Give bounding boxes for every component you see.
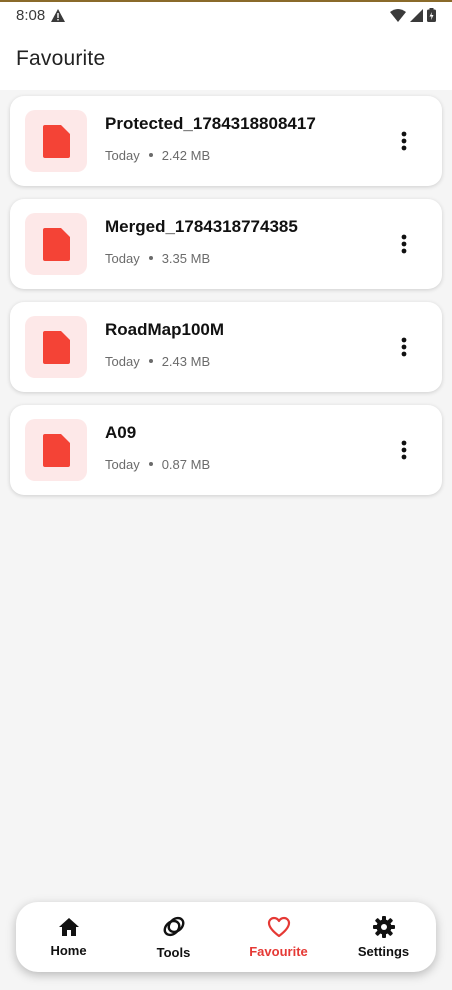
document-icon <box>42 124 70 158</box>
more-options-button[interactable] <box>386 123 422 159</box>
file-list-item[interactable]: A09 Today 0.87 MB <box>10 405 442 495</box>
file-size: 3.35 MB <box>161 250 211 266</box>
file-thumbnail <box>25 213 87 275</box>
file-meta: Today 0.87 MB <box>105 457 386 472</box>
nav-item-home[interactable]: Home <box>19 917 119 958</box>
more-vert-icon <box>401 440 407 460</box>
status-time: 8:08 <box>16 6 46 24</box>
file-name: Merged_1784318774385 <box>105 216 298 236</box>
file-date: Today <box>105 250 140 266</box>
file-thumbnail <box>25 110 87 172</box>
nav-item-tools[interactable]: Tools <box>124 915 224 960</box>
file-thumbnail <box>25 316 87 378</box>
file-name: RoadMap100M <box>105 319 225 339</box>
more-options-button[interactable] <box>386 329 422 365</box>
file-meta: Today 3.35 MB <box>105 251 386 266</box>
more-vert-icon <box>401 337 407 357</box>
favourite-file-list: Protected_1784318808417 Today 2.42 MB Me… <box>10 96 442 508</box>
nav-item-favourite[interactable]: Favourite <box>229 916 329 959</box>
nav-label-tools: Tools <box>156 944 191 960</box>
warning-icon <box>51 8 66 22</box>
file-info: Protected_1784318808417 Today 2.42 MB <box>105 114 386 163</box>
file-meta: Today 2.42 MB <box>105 148 386 163</box>
file-date: Today <box>105 353 140 369</box>
status-bar: 8:08 <box>0 2 452 28</box>
more-vert-icon <box>401 131 407 151</box>
file-date: Today <box>105 147 140 163</box>
file-name: Protected_1784318808417 <box>105 113 316 133</box>
file-size: 2.42 MB <box>161 147 211 163</box>
file-info: RoadMap100M Today 2.43 MB <box>105 320 386 369</box>
file-info: A09 Today 0.87 MB <box>105 423 386 472</box>
file-size: 0.87 MB <box>161 456 211 472</box>
page-title: Favourite <box>16 47 106 70</box>
battery-icon <box>427 8 436 22</box>
separator-dot <box>148 359 153 363</box>
more-options-button[interactable] <box>386 432 422 468</box>
document-icon <box>42 433 70 467</box>
separator-dot <box>148 153 153 157</box>
separator-dot <box>148 462 153 466</box>
bottom-navigation: Home Tools Favourite Settings <box>16 902 436 972</box>
file-thumbnail <box>25 419 87 481</box>
nav-label-favourite: Favourite <box>249 943 308 959</box>
gear-icon <box>372 915 395 938</box>
more-options-button[interactable] <box>386 226 422 262</box>
file-list-item[interactable]: Protected_1784318808417 Today 2.42 MB <box>10 96 442 186</box>
file-meta: Today 2.43 MB <box>105 354 386 369</box>
document-icon <box>42 330 70 364</box>
heart-icon <box>267 916 290 937</box>
file-info: Merged_1784318774385 Today 3.35 MB <box>105 217 386 266</box>
nav-label-settings: Settings <box>357 943 410 959</box>
file-list-item[interactable]: Merged_1784318774385 Today 3.35 MB <box>10 199 442 289</box>
file-size: 2.43 MB <box>161 353 211 369</box>
tools-icon <box>163 916 184 936</box>
file-date: Today <box>105 456 140 472</box>
signal-icon <box>410 8 423 22</box>
file-list-item[interactable]: RoadMap100M Today 2.43 MB <box>10 302 442 392</box>
document-icon <box>42 227 70 261</box>
more-vert-icon <box>401 234 407 254</box>
separator-dot <box>148 256 153 260</box>
file-name: A09 <box>105 422 137 442</box>
home-icon <box>58 917 79 936</box>
nav-label-home: Home <box>50 942 87 958</box>
wifi-icon <box>390 8 406 22</box>
app-bar: Favourite <box>0 28 452 90</box>
nav-item-settings[interactable]: Settings <box>334 915 434 959</box>
